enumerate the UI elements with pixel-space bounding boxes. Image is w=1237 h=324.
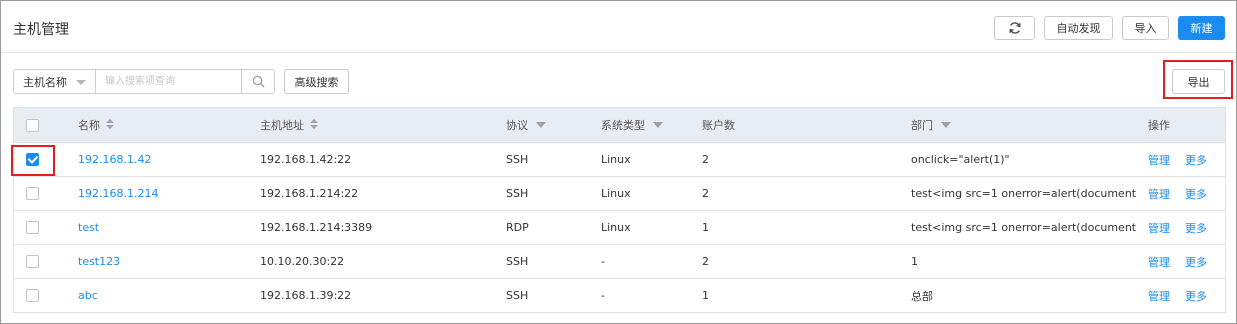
- host-name-link[interactable]: abc: [78, 279, 98, 312]
- row-checkbox[interactable]: [26, 187, 39, 200]
- more-link[interactable]: 更多: [1185, 279, 1207, 312]
- host-department: onclick="alert(1)": [911, 153, 1010, 166]
- more-link[interactable]: 更多: [1185, 143, 1207, 176]
- host-name-link[interactable]: test123: [78, 245, 120, 278]
- table-row: 192.168.1.214 192.168.1.214:22 SSH Linux…: [13, 177, 1226, 211]
- table-row: 192.168.1.42 192.168.1.42:22 SSH Linux 2…: [13, 143, 1226, 177]
- export-highlight-box: [1163, 60, 1233, 99]
- row-checkbox[interactable]: [26, 255, 39, 268]
- advanced-search-button[interactable]: 高级搜索: [284, 69, 349, 94]
- column-address-label: 主机地址: [260, 119, 304, 132]
- host-accounts: 2: [702, 187, 709, 200]
- row-checkbox-cell[interactable]: [26, 211, 39, 244]
- manage-link[interactable]: 管理: [1148, 211, 1170, 244]
- host-accounts: 2: [702, 255, 709, 268]
- host-department: 1: [911, 255, 918, 268]
- refresh-button[interactable]: [994, 16, 1035, 40]
- selected-row-highlight-box: [11, 145, 55, 176]
- manage-link[interactable]: 管理: [1148, 143, 1170, 176]
- select-all-checkbox-cell[interactable]: [26, 108, 39, 142]
- more-link[interactable]: 更多: [1185, 211, 1207, 244]
- column-address[interactable]: 主机地址: [260, 108, 318, 142]
- search-field-select[interactable]: 主机名称: [13, 69, 95, 94]
- host-accounts: 1: [702, 289, 709, 302]
- host-department: test<img src=1 onerror=alert(document.c.…: [911, 221, 1136, 234]
- sort-icon[interactable]: [310, 119, 318, 131]
- column-accounts: 账户数: [702, 108, 735, 142]
- row-checkbox-cell[interactable]: [26, 177, 39, 210]
- host-department: 总部: [911, 289, 933, 303]
- host-name-link[interactable]: test: [78, 211, 99, 244]
- column-name-label: 名称: [78, 119, 100, 132]
- refresh-icon: [1008, 22, 1021, 34]
- host-os: -: [601, 289, 605, 302]
- column-protocol-label: 协议: [506, 119, 528, 132]
- column-actions: 操作: [1148, 108, 1170, 142]
- host-protocol: SSH: [506, 187, 529, 200]
- sort-icon[interactable]: [106, 119, 114, 131]
- chevron-down-icon: [76, 80, 86, 85]
- page-title: 主机管理: [13, 22, 69, 38]
- host-os: Linux: [601, 221, 631, 234]
- more-link[interactable]: 更多: [1185, 245, 1207, 278]
- row-checkbox-cell[interactable]: [26, 245, 39, 278]
- more-link[interactable]: 更多: [1185, 177, 1207, 210]
- row-checkbox[interactable]: [26, 289, 39, 302]
- auto-discover-button[interactable]: 自动发现: [1044, 16, 1113, 40]
- host-address: 192.168.1.42:22: [260, 153, 352, 166]
- column-os-type-label: 系统类型: [601, 119, 645, 132]
- column-protocol[interactable]: 协议: [506, 108, 546, 142]
- host-accounts: 2: [702, 153, 709, 166]
- search-icon: [252, 75, 264, 88]
- column-department-label: 部门: [911, 119, 933, 132]
- column-accounts-label: 账户数: [702, 119, 735, 132]
- host-address: 192.168.1.214:22: [260, 187, 359, 200]
- host-address: 192.168.1.39:22: [260, 289, 352, 302]
- host-name-link[interactable]: 192.168.1.214: [78, 177, 158, 210]
- table-row: abc 192.168.1.39:22 SSH - 1 总部 管理 更多: [13, 279, 1226, 313]
- filter-icon[interactable]: [941, 122, 951, 128]
- table-row: test123 10.10.20.30:22 SSH - 2 1 管理 更多: [13, 245, 1226, 279]
- host-address: 192.168.1.214:3389: [260, 221, 373, 234]
- create-button[interactable]: 新建: [1178, 16, 1225, 40]
- host-department: test<img src=1 onerror=alert(document.c.…: [911, 187, 1136, 200]
- search-button[interactable]: [241, 69, 275, 94]
- search-field-label: 主机名称: [23, 75, 67, 89]
- host-protocol: SSH: [506, 153, 529, 166]
- hosts-table: 名称 主机地址 协议 系统类型 账户数 部门 操作 192.168.1.42 1…: [13, 107, 1226, 313]
- filter-icon[interactable]: [653, 122, 663, 128]
- search-input[interactable]: [95, 69, 242, 94]
- host-management-panel: 主机管理 自动发现 导入 新建 主机名称 高级搜索 导出: [0, 0, 1237, 324]
- manage-link[interactable]: 管理: [1148, 177, 1170, 210]
- host-address: 10.10.20.30:22: [260, 255, 345, 268]
- import-button[interactable]: 导入: [1122, 16, 1169, 40]
- host-protocol: SSH: [506, 289, 529, 302]
- manage-link[interactable]: 管理: [1148, 245, 1170, 278]
- filter-icon[interactable]: [536, 122, 546, 128]
- select-all-checkbox[interactable]: [26, 118, 39, 132]
- manage-link[interactable]: 管理: [1148, 279, 1170, 312]
- row-checkbox-cell[interactable]: [26, 279, 39, 312]
- host-protocol: RDP: [506, 221, 529, 234]
- host-accounts: 1: [702, 221, 709, 234]
- table-header: 名称 主机地址 协议 系统类型 账户数 部门 操作: [13, 107, 1226, 143]
- column-actions-label: 操作: [1148, 119, 1170, 132]
- column-name[interactable]: 名称: [78, 108, 114, 142]
- host-os: Linux: [601, 187, 631, 200]
- column-os-type[interactable]: 系统类型: [601, 108, 663, 142]
- column-department[interactable]: 部门: [911, 108, 951, 142]
- host-os: Linux: [601, 153, 631, 166]
- host-name-link[interactable]: 192.168.1.42: [78, 143, 151, 176]
- page-header: 主机管理 自动发现 导入 新建: [1, 1, 1236, 53]
- table-row: test 192.168.1.214:3389 RDP Linux 1 test…: [13, 211, 1226, 245]
- row-checkbox[interactable]: [26, 221, 39, 234]
- host-os: -: [601, 255, 605, 268]
- host-protocol: SSH: [506, 255, 529, 268]
